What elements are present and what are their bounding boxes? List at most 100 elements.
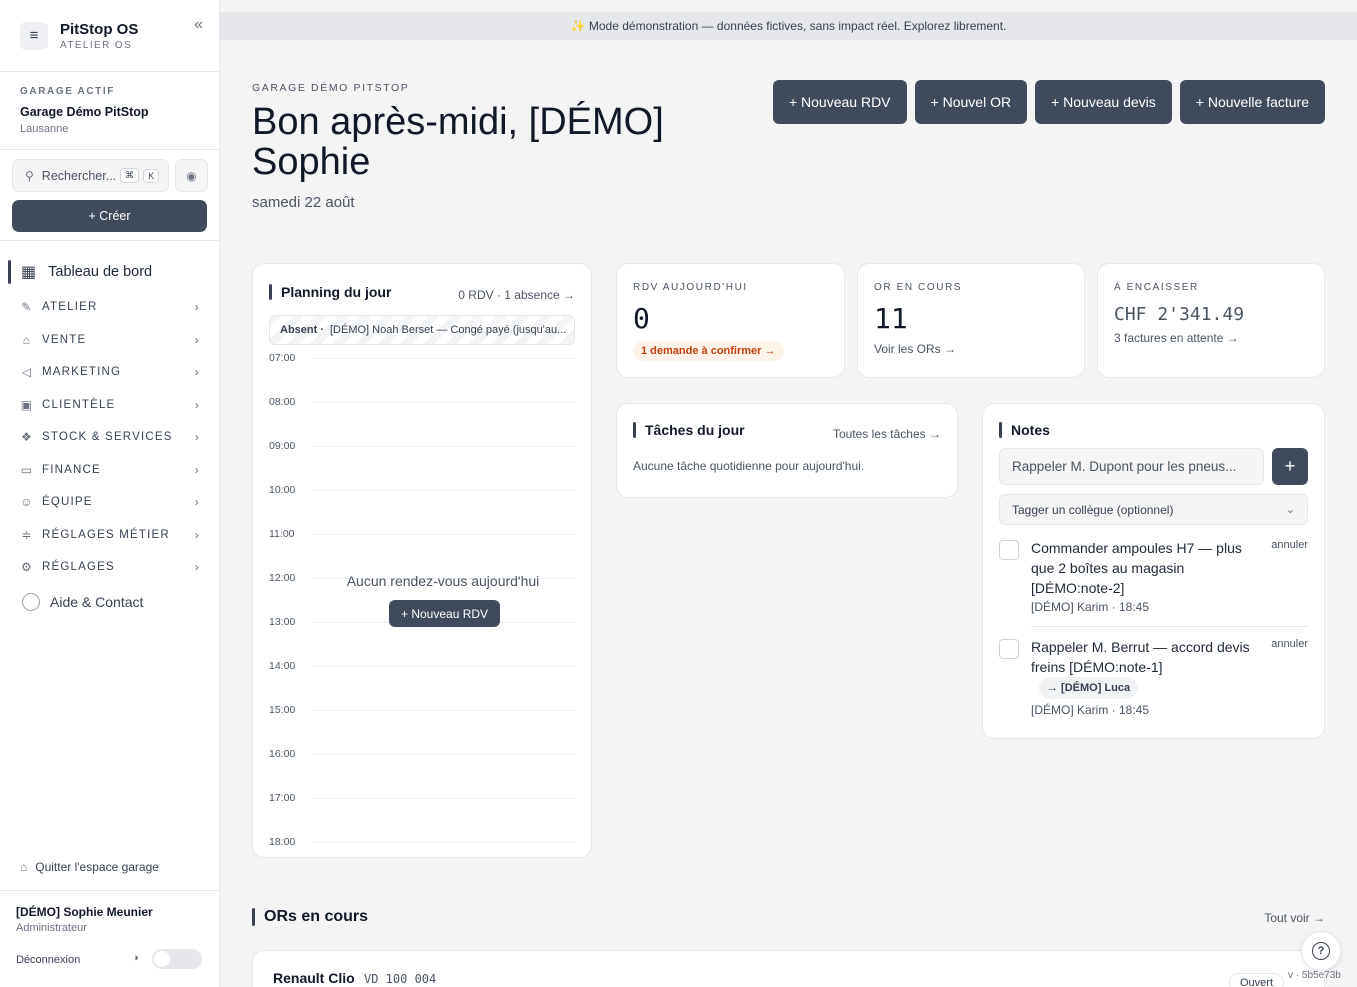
- hour-label: 11:00: [269, 528, 295, 540]
- nav-reglages-metier[interactable]: ≑ RÉGLAGES MÉTIER ›: [20, 525, 200, 545]
- all-tasks-link[interactable]: Toutes les tâches →: [833, 427, 941, 441]
- nav-help-contact[interactable]: Aide & Contact: [22, 593, 143, 611]
- chevron-right-icon: ›: [194, 463, 200, 477]
- nav-equipe[interactable]: ☺ ÉQUIPE ›: [20, 492, 200, 512]
- hour-label: 16:00: [269, 748, 296, 760]
- or-card[interactable]: Renault Clio VD 100 004 Ouvert: [252, 950, 1325, 987]
- add-note-button[interactable]: +: [1272, 448, 1308, 485]
- hour-gridline: [313, 534, 575, 535]
- quit-garage-link[interactable]: ⌂ Quitter l'espace garage: [20, 860, 159, 874]
- collapse-sidebar-icon[interactable]: «: [194, 16, 203, 34]
- note-cancel-link[interactable]: annuler: [1271, 638, 1308, 650]
- hour-label: 08:00: [269, 396, 296, 408]
- absent-label: Absent ·: [280, 324, 324, 336]
- tasks-title: Tâches du jour: [633, 422, 745, 438]
- note-text: Rappeler M. Berrut — accord devis freins…: [1031, 639, 1250, 675]
- active-indicator: [8, 260, 11, 284]
- hour-row: 08:00: [269, 396, 575, 408]
- chevron-down-icon: ⌄: [1285, 504, 1295, 516]
- license-plate: VD 100 004: [364, 972, 437, 986]
- chevron-right-icon: ›: [194, 398, 200, 412]
- hour-row: 15:00: [269, 704, 575, 716]
- hour-gridline: [313, 490, 575, 491]
- stat-label: OR EN COURS: [874, 282, 963, 293]
- new-work-order-button[interactable]: + Nouvel OR: [914, 80, 1028, 124]
- planning-new-appointment-button[interactable]: + Nouveau RDV: [389, 600, 501, 627]
- shortcut-k-key: K: [143, 168, 160, 183]
- nav-reglages[interactable]: ⚙ RÉGLAGES ›: [20, 557, 200, 577]
- app-subtitle: ATELIER OS: [60, 39, 133, 51]
- nav-vente[interactable]: ⌂ VENTE ›: [20, 330, 200, 350]
- new-invoice-button[interactable]: + Nouvelle facture: [1179, 80, 1325, 124]
- nav-vente-label: VENTE: [42, 334, 87, 346]
- chevron-right-icon: ›: [194, 430, 200, 444]
- nav-atelier-label: ATELIER: [42, 301, 98, 313]
- theme-toggle[interactable]: [152, 949, 202, 969]
- planning-title: Planning du jour: [269, 284, 391, 300]
- stat-value: CHF 2'341.49: [1114, 304, 1245, 325]
- menu-icon[interactable]: ≡: [20, 21, 48, 50]
- pending-requests-badge[interactable]: 1 demande à confirmer →: [633, 341, 784, 361]
- stat-to-collect[interactable]: À ENCAISSER CHF 2'341.49 3 factures en a…: [1097, 263, 1325, 378]
- note-checkbox[interactable]: [999, 540, 1019, 560]
- nav-clientele[interactable]: ▣ CLIENTÈLE ›: [20, 395, 200, 415]
- view-ors-link[interactable]: Voir les ORs →: [874, 342, 956, 356]
- dashboard-icon: ▦: [21, 264, 37, 281]
- absent-text: [DÉMO] Noah Berset — Congé payé (jusqu'a…: [330, 324, 567, 336]
- hour-label: 17:00: [269, 792, 296, 804]
- nav-equipe-label: ÉQUIPE: [42, 496, 93, 508]
- nav-finance[interactable]: ▭ FINANCE ›: [20, 460, 200, 480]
- garage-eyebrow: GARAGE DÉMO PITSTOP: [252, 82, 410, 94]
- note-text: Commander ampoules H7 — plus que 2 boîte…: [1031, 540, 1242, 596]
- hour-label: 10:00: [269, 484, 296, 496]
- vehicle-name: Renault Clio: [273, 970, 355, 986]
- quit-label: Quitter l'espace garage: [35, 860, 159, 874]
- contact-icon: ▣: [20, 398, 34, 412]
- hour-gridline: [313, 842, 575, 843]
- chevron-right-icon: ›: [194, 495, 200, 509]
- chevron-right-icon: ›: [194, 365, 200, 379]
- hour-row: 14:00: [269, 660, 575, 672]
- chevron-right-icon: ›: [194, 528, 200, 542]
- hour-gridline: [313, 358, 575, 359]
- planning-summary-link[interactable]: 0 RDV · 1 absence →: [458, 288, 575, 302]
- nav-finance-label: FINANCE: [42, 464, 101, 476]
- stat-or-in-progress[interactable]: OR EN COURS 11 Voir les ORs →: [857, 263, 1085, 378]
- note-checkbox[interactable]: [999, 639, 1019, 659]
- nav-dashboard[interactable]: ▦ Tableau de bord: [8, 258, 208, 286]
- nav-marketing[interactable]: ◁ MARKETING ›: [20, 362, 200, 382]
- planning-card: Planning du jour 0 RDV · 1 absence → Abs…: [252, 263, 592, 858]
- hour-row: 18:00: [269, 836, 575, 848]
- wrench-icon: ✎: [21, 300, 33, 314]
- hour-row: 10:00: [269, 484, 575, 496]
- stat-rdv-today[interactable]: RDV AUJOURD'HUI 0 1 demande à confirmer …: [616, 263, 845, 378]
- lifebuoy-icon: [22, 593, 40, 611]
- camera-icon[interactable]: ◉: [175, 159, 208, 192]
- logout-link[interactable]: Déconnexion: [16, 954, 80, 966]
- new-appointment-button[interactable]: + Nouveau RDV: [772, 80, 907, 124]
- ors-title-text: ORs en cours: [264, 908, 369, 925]
- divider: [0, 240, 219, 241]
- pending-invoices-link[interactable]: 3 factures en attente →: [1114, 331, 1239, 345]
- create-button[interactable]: + Créer: [12, 200, 207, 232]
- user-role: Administrateur: [16, 922, 87, 934]
- view-all-ors-link[interactable]: Tout voir →: [1264, 911, 1325, 925]
- nav-stock-services[interactable]: ❖ STOCK & SERVICES ›: [20, 427, 200, 447]
- note-input[interactable]: Rappeler M. Dupont pour les pneus...: [999, 448, 1264, 485]
- new-quote-button[interactable]: + Nouveau devis: [1035, 80, 1172, 124]
- chevron-right-icon: ›: [194, 300, 200, 314]
- nav-dashboard-label: Tableau de bord: [48, 264, 153, 280]
- nav-reglages-metier-label: RÉGLAGES MÉTIER: [42, 529, 170, 541]
- hour-label: 09:00: [269, 440, 296, 452]
- hour-gridline: [313, 402, 575, 403]
- absence-banner[interactable]: Absent · [DÉMO] Noah Berset — Congé payé…: [269, 315, 575, 345]
- help-button[interactable]: ?: [1301, 931, 1341, 971]
- divider: [1031, 626, 1308, 627]
- tasks-card: Tâches du jour Toutes les tâches → Aucun…: [616, 403, 958, 498]
- search-placeholder: Rechercher...: [41, 168, 117, 183]
- shortcut-cmd-key: ⌘: [120, 168, 140, 183]
- tag-colleague-select[interactable]: Tagger un collègue (optionnel) ⌄: [999, 494, 1308, 525]
- nav-atelier[interactable]: ✎ ATELIER ›: [20, 297, 200, 317]
- note-cancel-link[interactable]: annuler: [1271, 539, 1308, 551]
- search-input[interactable]: ⚲ Rechercher... ⌘ K: [12, 159, 169, 192]
